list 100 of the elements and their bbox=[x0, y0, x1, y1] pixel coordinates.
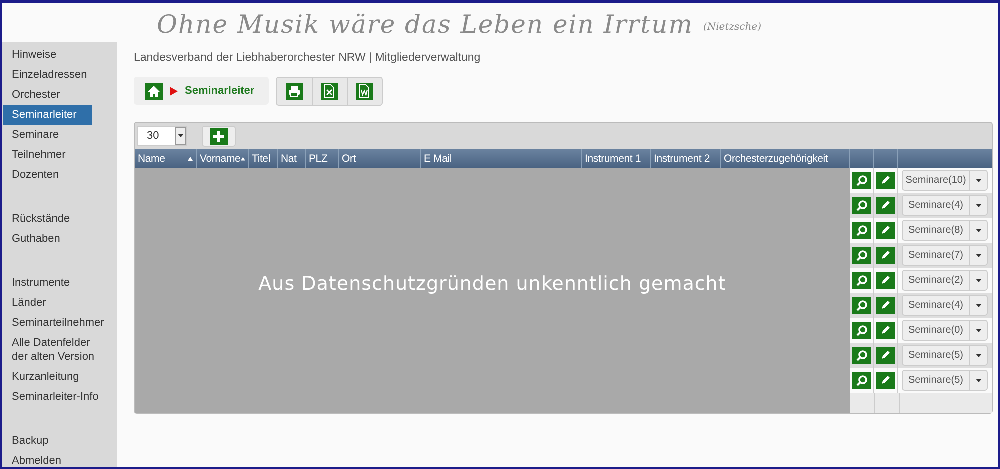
edit-button[interactable] bbox=[876, 247, 895, 264]
pencil-icon bbox=[880, 200, 891, 211]
edit-button[interactable] bbox=[876, 372, 895, 389]
document-file-icon bbox=[356, 83, 374, 100]
sidebar-item[interactable]: Instrumente bbox=[3, 273, 108, 293]
column-header[interactable]: Ort bbox=[342, 152, 356, 164]
dropdown-button[interactable] bbox=[970, 195, 988, 216]
seminars-button[interactable]: Seminare(5) bbox=[902, 345, 970, 366]
search-button[interactable] bbox=[852, 197, 871, 214]
column-header[interactable]: Nat bbox=[281, 152, 297, 164]
search-icon bbox=[856, 274, 868, 286]
column-header[interactable]: Titel bbox=[252, 152, 270, 164]
sidebar-item[interactable]: Alle Datenfelder der alten Version bbox=[3, 333, 108, 367]
home-icon[interactable] bbox=[145, 82, 163, 100]
search-icon bbox=[856, 250, 868, 262]
column-header[interactable]: Orchesterzugehörigkeit bbox=[724, 152, 828, 164]
sidebar-item[interactable]: Orchester bbox=[3, 85, 108, 105]
edit-button[interactable] bbox=[876, 172, 895, 189]
search-icon bbox=[856, 224, 868, 236]
plus-icon bbox=[210, 128, 228, 144]
pencil-icon bbox=[880, 300, 891, 311]
column-header[interactable]: E Mail bbox=[424, 152, 452, 164]
dropdown-button[interactable] bbox=[970, 320, 988, 341]
arrow-right-icon bbox=[170, 86, 178, 96]
sidebar-item[interactable]: Guthaben bbox=[3, 229, 108, 249]
sidebar-item[interactable]: Einzeladressen bbox=[3, 65, 108, 85]
sidebar-item[interactable]: Kurzanleitung bbox=[3, 367, 108, 387]
dropdown-button[interactable] bbox=[970, 170, 988, 191]
sidebar-item[interactable]: Seminarleiter bbox=[3, 105, 92, 125]
search-icon bbox=[856, 174, 868, 186]
dropdown-button[interactable] bbox=[970, 345, 988, 366]
search-button[interactable] bbox=[852, 222, 871, 239]
dropdown-button[interactable] bbox=[970, 370, 988, 391]
caret-icon bbox=[976, 278, 982, 282]
column-header[interactable]: PLZ bbox=[309, 152, 328, 164]
search-button[interactable] bbox=[852, 372, 871, 389]
seminars-button[interactable]: Seminare(7) bbox=[902, 245, 970, 266]
pencil-icon bbox=[880, 250, 891, 261]
printer-icon bbox=[286, 83, 303, 100]
search-icon bbox=[856, 324, 868, 336]
edit-button[interactable] bbox=[876, 322, 895, 339]
seminars-button[interactable]: Seminare(0) bbox=[902, 320, 970, 341]
search-icon bbox=[856, 374, 868, 386]
caret-icon bbox=[178, 134, 184, 138]
caret-icon bbox=[976, 354, 982, 358]
dropdown-button[interactable] bbox=[970, 270, 988, 291]
seminars-button[interactable]: Seminare(8) bbox=[902, 220, 970, 241]
column-header[interactable]: Name bbox=[138, 152, 166, 164]
column-header[interactable]: Vorname bbox=[200, 152, 241, 164]
search-button[interactable] bbox=[852, 297, 871, 314]
caret-icon bbox=[976, 228, 982, 232]
dropdown-button[interactable] bbox=[970, 220, 988, 241]
search-button[interactable] bbox=[852, 322, 871, 339]
dropdown-button[interactable] bbox=[970, 245, 988, 266]
edit-button[interactable] bbox=[876, 297, 895, 314]
search-icon bbox=[856, 300, 868, 312]
sidebar-item[interactable]: Backup bbox=[3, 431, 108, 451]
add-button[interactable] bbox=[202, 126, 236, 146]
caret-icon bbox=[976, 178, 982, 182]
sidebar-item[interactable]: Abmelden bbox=[3, 451, 108, 467]
spreadsheet-file-icon bbox=[321, 83, 338, 100]
sidebar-item[interactable]: Teilnehmer bbox=[3, 145, 108, 165]
page-size-select[interactable]: 30 bbox=[137, 126, 187, 146]
pencil-icon bbox=[880, 325, 891, 336]
search-button[interactable] bbox=[852, 247, 871, 264]
sidebar-item[interactable]: Seminarleiter-Info bbox=[3, 387, 108, 407]
sidebar-item[interactable]: Seminarteilnehmer bbox=[3, 313, 108, 333]
caret-icon bbox=[976, 254, 982, 258]
seminars-button[interactable]: Seminare(4) bbox=[902, 195, 970, 216]
sidebar-item[interactable]: Rückstände bbox=[3, 209, 108, 229]
seminars-button[interactable]: Seminare(4) bbox=[902, 295, 970, 316]
edit-button[interactable] bbox=[876, 347, 895, 364]
pencil-icon bbox=[880, 350, 891, 361]
sidebar-item[interactable]: Hinweise bbox=[3, 45, 108, 65]
column-header[interactable]: Instrument 1 bbox=[585, 152, 641, 164]
caret-icon bbox=[976, 328, 982, 332]
search-button[interactable] bbox=[852, 272, 871, 289]
seminars-button[interactable]: Seminare(10) bbox=[902, 170, 970, 191]
pencil-icon bbox=[880, 375, 891, 386]
edit-button[interactable] bbox=[876, 197, 895, 214]
caret-icon bbox=[976, 304, 982, 308]
sort-icon bbox=[188, 156, 193, 160]
breadcrumb-current: Seminarleiter bbox=[185, 85, 255, 97]
dropdown-button[interactable] bbox=[970, 295, 988, 316]
sidebar-item[interactable]: Dozenten bbox=[3, 165, 108, 185]
caret-icon bbox=[976, 204, 982, 208]
redaction-notice: Aus Datenschutzgründen unkenntlich gemacht bbox=[258, 272, 726, 294]
caret-icon bbox=[976, 378, 982, 382]
seminars-button[interactable]: Seminare(2) bbox=[902, 270, 970, 291]
search-icon bbox=[856, 200, 868, 212]
column-header[interactable]: Instrument 2 bbox=[654, 152, 710, 164]
search-button[interactable] bbox=[852, 347, 871, 364]
sidebar-item[interactable]: Länder bbox=[3, 293, 108, 313]
sidebar-item[interactable]: Seminare bbox=[3, 125, 108, 145]
seminars-button[interactable]: Seminare(5) bbox=[902, 370, 970, 391]
edit-button[interactable] bbox=[876, 272, 895, 289]
pencil-icon bbox=[880, 225, 891, 236]
search-button[interactable] bbox=[852, 172, 871, 189]
edit-button[interactable] bbox=[876, 222, 895, 239]
pencil-icon bbox=[880, 275, 891, 286]
